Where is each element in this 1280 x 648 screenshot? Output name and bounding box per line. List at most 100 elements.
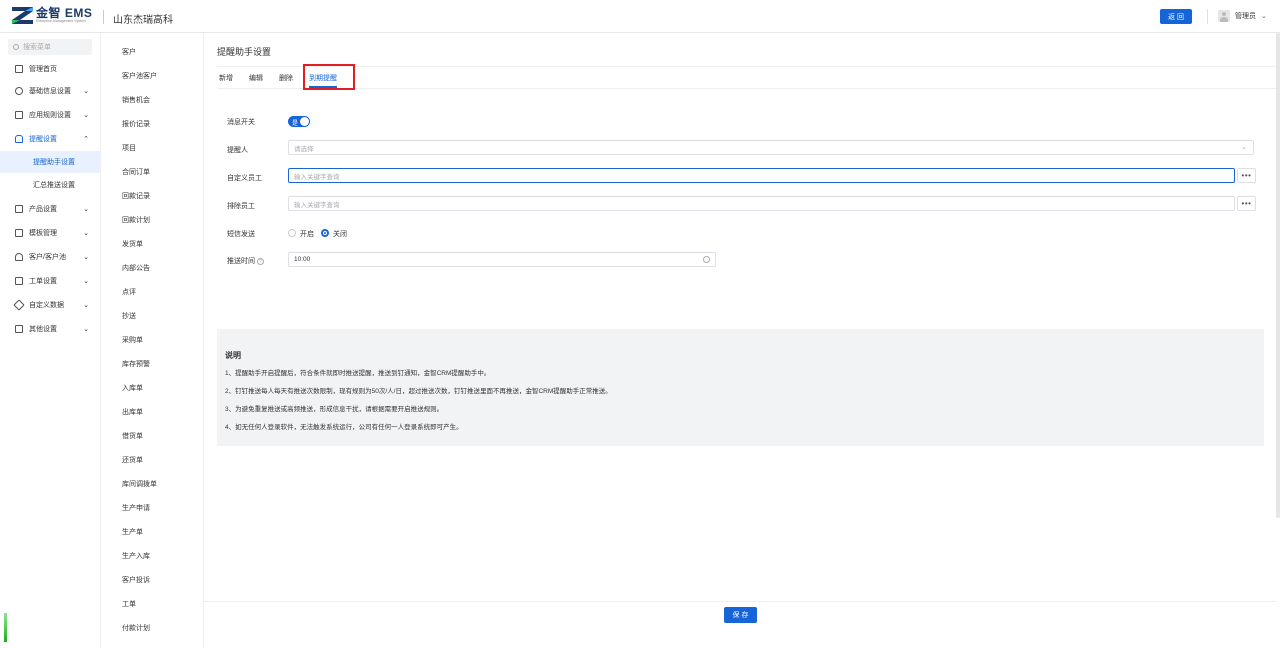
sidebar: 搜索菜单 管理首页 基础信息设置 ⌄ 应用规则设置 ⌄ 提醒设置 ⌃ 提醒助手设… — [0, 33, 101, 648]
description-line: 2、钉钉推送每人每天有推送次数限制，现有规则为50次/人/日，超过推送次数，钉钉… — [225, 388, 612, 395]
user-menu[interactable]: 管理员 ⌄ — [1218, 10, 1267, 22]
sidebar-item-customer[interactable]: 客户/客户池 ⌄ — [0, 246, 101, 268]
scrollbar[interactable] — [1276, 33, 1280, 518]
module-nav-item[interactable]: 付款计划 — [122, 623, 150, 633]
submenu-reminder-assistant[interactable]: 提醒助手设置 — [0, 151, 101, 173]
msg-switch-label: 消息开关 — [227, 119, 255, 126]
chevron-down-icon: ⌄ — [83, 206, 89, 213]
bell-icon — [15, 135, 23, 143]
module-nav-item[interactable]: 借货单 — [122, 431, 143, 441]
module-nav-item[interactable]: 生产单 — [122, 527, 143, 537]
sms-off-radio[interactable] — [321, 229, 329, 237]
module-nav-item[interactable]: 报价记录 — [122, 119, 150, 129]
module-nav-item[interactable]: 客户投诉 — [122, 575, 150, 585]
more-icon: ••• — [1241, 171, 1252, 180]
module-nav-item[interactable]: 生产申请 — [122, 503, 150, 513]
module-nav-item[interactable]: 生产入库 — [122, 551, 150, 561]
sidebar-item-other[interactable]: 其他设置 ⌄ — [0, 318, 101, 340]
status-indicator-bar — [4, 613, 7, 642]
company-name: 山东杰瑞高科 — [113, 15, 173, 26]
footer-divider — [204, 601, 1276, 602]
sidebar-item-label: 客户/客户池 — [29, 254, 66, 261]
sidebar-item-reminder[interactable]: 提醒设置 ⌃ — [0, 128, 101, 150]
sidebar-item-basic-info[interactable]: 基础信息设置 ⌄ — [0, 80, 101, 102]
custom-staff-input[interactable]: 输入关键字查询 — [288, 168, 1235, 183]
submenu-summary-push[interactable]: 汇总推送设置 — [0, 174, 101, 196]
module-nav-item[interactable]: 出库单 — [122, 407, 143, 417]
sidebar-item-app-rules[interactable]: 应用规则设置 ⌄ — [0, 104, 101, 126]
module-nav-item[interactable]: 库存预警 — [122, 359, 150, 369]
sidebar-item-label: 模板管理 — [29, 230, 57, 237]
tab-edit[interactable]: 编辑 — [249, 73, 263, 83]
save-button[interactable]: 保 存 — [724, 607, 757, 623]
main-content: 提醒助手设置 新增 编辑 删除 到期提醒 消息开关 是 提醒人 请选择 ⌄ 自定… — [204, 33, 1276, 648]
chevron-down-icon: ⌄ — [83, 88, 89, 95]
reminder-select[interactable]: 请选择 ⌄ — [288, 140, 1254, 155]
module-nav-item[interactable]: 回款记录 — [122, 191, 150, 201]
description-title: 说明 — [225, 351, 241, 360]
push-time-label-text: 推送时间 — [227, 258, 255, 265]
exclude-staff-input[interactable]: 输入关键字查询 — [288, 196, 1235, 211]
msg-switch-toggle[interactable]: 是 — [288, 116, 310, 127]
chevron-down-icon: ⌄ — [83, 112, 89, 119]
module-nav-item[interactable]: 点评 — [122, 287, 136, 297]
module-nav-item[interactable]: 工单 — [122, 599, 136, 609]
back-button[interactable]: 返 回 — [1160, 9, 1192, 24]
exclude-staff-placeholder: 输入关键字查询 — [294, 201, 340, 209]
sms-on-radio[interactable] — [288, 229, 296, 237]
sidebar-item-label: 工单设置 — [29, 278, 57, 285]
sidebar-item-custom-data[interactable]: 自定义数据 ⌄ — [0, 294, 101, 316]
module-nav-item[interactable]: 合同订单 — [122, 167, 150, 177]
top-header: 金智 EMS Enterprise Management System 山东杰瑞… — [0, 0, 1280, 33]
header-divider — [103, 10, 104, 24]
menu-search-input[interactable]: 搜索菜单 — [8, 39, 92, 55]
exclude-staff-label: 排除员工 — [227, 203, 255, 210]
custom-staff-placeholder: 输入关键字查询 — [294, 173, 340, 181]
module-nav-item[interactable]: 内部公告 — [122, 263, 150, 273]
description-panel: 说明 1、提醒助手开启提醒后，符合条件就即时推送提醒，推送到钉通知，金智CRM提… — [217, 329, 1264, 446]
highlight-box — [303, 64, 355, 90]
document-icon — [15, 111, 23, 119]
tab-divider — [217, 88, 1276, 89]
sidebar-item-ticket[interactable]: 工单设置 ⌄ — [0, 270, 101, 292]
module-nav-item[interactable]: 发货单 — [122, 239, 143, 249]
settings-icon — [15, 87, 23, 95]
logo: 金智 EMS Enterprise Management System — [12, 7, 92, 24]
module-nav-item[interactable]: 销售机会 — [122, 95, 150, 105]
toggle-knob — [300, 117, 309, 126]
logo-mark-icon — [12, 7, 33, 24]
module-nav-item[interactable]: 库间调拨单 — [122, 479, 157, 489]
module-nav-item[interactable]: 客户 — [122, 47, 136, 57]
module-nav-item[interactable]: 客户池客户 — [122, 71, 157, 81]
description-line: 3、为避免重复推送或高频推送，形成信息干扰，请根据需要开启推送规则。 — [225, 406, 444, 413]
module-nav-item[interactable]: 回款计划 — [122, 215, 150, 225]
chevron-down-icon: ⌄ — [1261, 13, 1267, 20]
custom-staff-picker-button[interactable]: ••• — [1237, 168, 1256, 183]
module-nav-item[interactable]: 采购单 — [122, 335, 143, 345]
reminder-label: 提醒人 — [227, 147, 248, 154]
module-nav-item[interactable]: 项目 — [122, 143, 136, 153]
description-line: 4、如无任何人登录软件，无法触发系统运行，公司有任何一人登录系统即可产生。 — [225, 424, 463, 431]
sms-label: 短信发送 — [227, 231, 255, 238]
chevron-down-icon: ⌄ — [83, 302, 89, 309]
sidebar-item-product[interactable]: 产品设置 ⌄ — [0, 198, 101, 220]
sidebar-item-label: 应用规则设置 — [29, 112, 71, 119]
sidebar-item-home[interactable]: 管理首页 — [0, 58, 101, 80]
avatar-icon — [1218, 10, 1230, 22]
module-nav-item[interactable]: 入库单 — [122, 383, 143, 393]
home-icon — [15, 65, 23, 73]
logo-title: 金智 EMS — [36, 6, 93, 20]
logo-subtitle: Enterprise Management System — [36, 19, 86, 23]
help-icon[interactable]: ? — [257, 257, 264, 265]
tab-delete[interactable]: 删除 — [279, 73, 293, 83]
menu-search-placeholder: 搜索菜单 — [23, 44, 51, 51]
module-nav-item[interactable]: 还货单 — [122, 455, 143, 465]
users-icon — [15, 253, 23, 261]
box-icon — [15, 205, 23, 213]
push-time-picker[interactable]: 10:00 — [288, 252, 716, 267]
module-nav-item[interactable]: 抄送 — [122, 311, 136, 321]
tab-add[interactable]: 新增 — [219, 73, 233, 83]
sms-on-label: 开启 — [300, 231, 314, 238]
exclude-staff-picker-button[interactable]: ••• — [1237, 196, 1256, 211]
sidebar-item-template[interactable]: 模板管理 ⌄ — [0, 222, 101, 244]
